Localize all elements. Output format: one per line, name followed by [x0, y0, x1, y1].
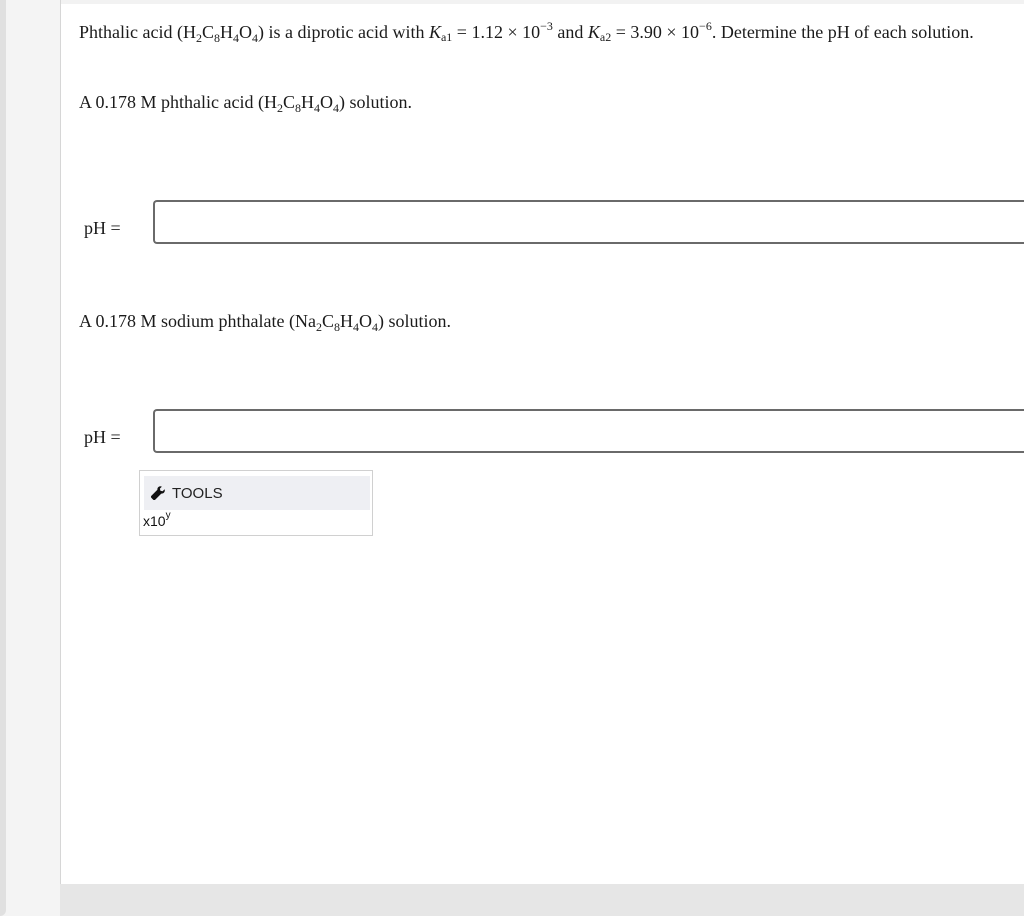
- left-gutter-edge: [0, 0, 6, 916]
- top-divider: [61, 0, 1024, 4]
- part-2-prompt: A 0.178 M sodium phthalate (Na2C8H4O4) s…: [79, 311, 452, 334]
- tools-label: TOOLS: [172, 484, 223, 502]
- ka2-symbol: K: [587, 22, 600, 42]
- wrench-icon: [150, 485, 166, 501]
- part-1-prompt: A 0.178 M phthalic acid (H2C8H4O4) solut…: [79, 92, 412, 115]
- ph-label-2: pH =: [84, 427, 121, 447]
- footer-bar: [60, 884, 1024, 916]
- tools-panel: TOOLS x10y: [139, 470, 373, 536]
- question-panel: Phthalic acid (H2C8H4O4) is a diprotic a…: [60, 0, 1024, 885]
- question-text: Phthalic acid (H2C8H4O4) is a diprotic a…: [79, 19, 974, 45]
- left-gutter: [0, 0, 60, 916]
- ph-label-1: pH =: [84, 218, 121, 238]
- ph-answer-input-2[interactable]: [153, 409, 1024, 453]
- tools-toggle-button[interactable]: TOOLS: [144, 476, 370, 510]
- ph-answer-input-1[interactable]: [153, 200, 1024, 244]
- scientific-notation-button[interactable]: x10y: [143, 511, 171, 530]
- ka1-symbol: K: [428, 22, 441, 42]
